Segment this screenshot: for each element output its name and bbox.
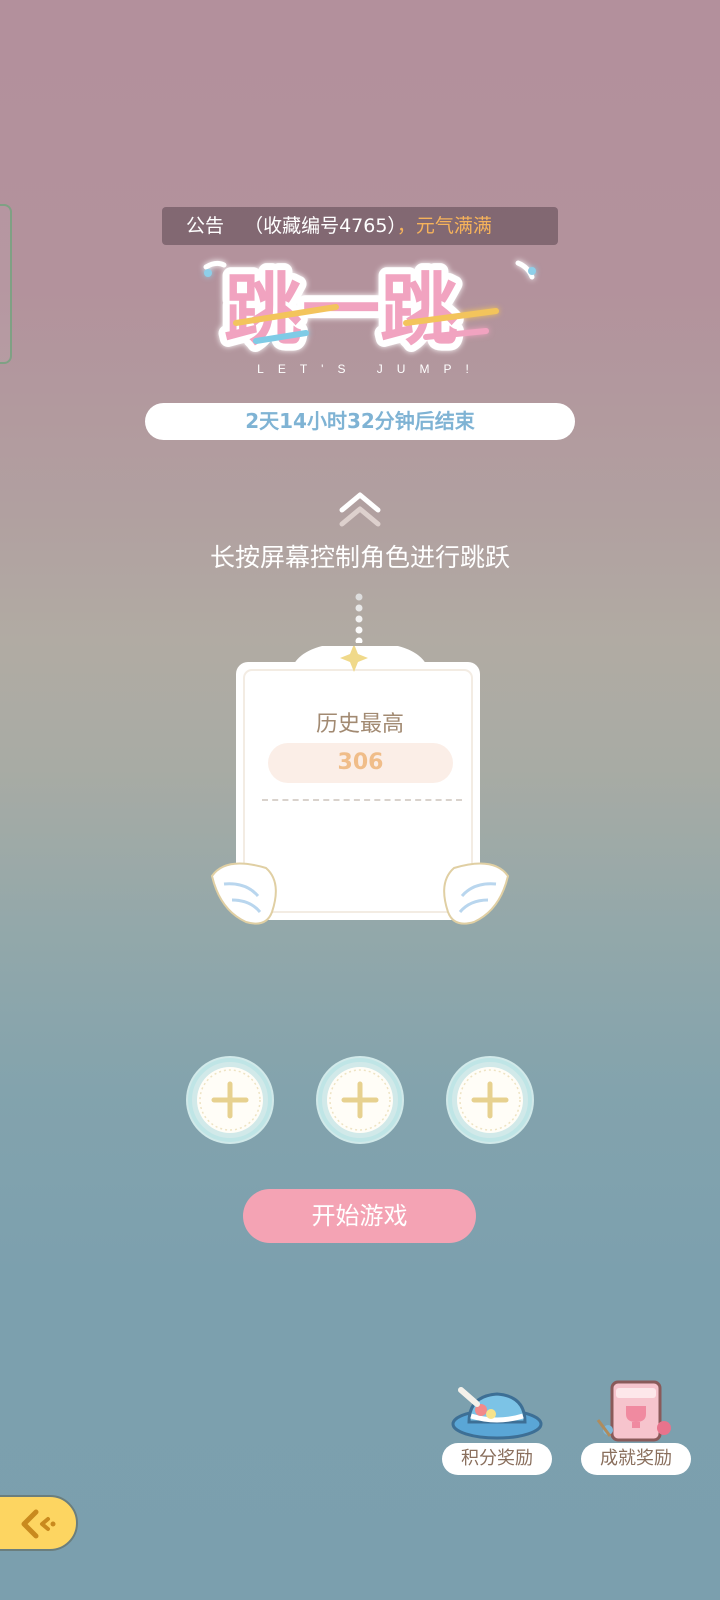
achievement-reward-button[interactable]: 成就奖励 xyxy=(581,1380,691,1475)
notice-banner: 公告 （收藏编号4765），元气满满 xyxy=(162,207,558,245)
right-wing-icon xyxy=(443,862,510,925)
add-slot-button-2[interactable] xyxy=(314,1054,406,1146)
achievement-reward-label: 成就奖励 xyxy=(581,1443,691,1475)
dotted-connector xyxy=(355,593,363,643)
add-slot-button-1[interactable] xyxy=(184,1054,276,1146)
logo-subtitle: LET'S JUMP! xyxy=(257,362,483,376)
points-reward-button[interactable]: 积分奖励 xyxy=(442,1380,552,1475)
notice-text: （收藏编号4765） xyxy=(244,215,397,237)
event-timer: 2天14小时32分钟后结束 xyxy=(145,403,575,440)
back-button[interactable] xyxy=(0,1495,78,1551)
notice-label: 公告 xyxy=(186,215,225,237)
high-score-card xyxy=(210,646,510,925)
side-drawer-tab[interactable] xyxy=(0,204,12,364)
add-slot-button-3[interactable] xyxy=(444,1054,536,1146)
card-divider xyxy=(262,799,462,801)
high-score-label: 历史最高 xyxy=(315,712,404,737)
high-score-value: 306 xyxy=(268,743,453,783)
double-chevron-up-icon xyxy=(339,492,381,527)
hat-icon xyxy=(451,1387,543,1440)
notice-highlight: ，元气满满 xyxy=(396,215,492,237)
left-wing-icon xyxy=(210,862,277,925)
points-reward-label: 积分奖励 xyxy=(442,1443,552,1475)
control-hint: 长按屏幕控制角色进行跳跃 xyxy=(209,543,510,572)
start-game-button[interactable]: 开始游戏 xyxy=(243,1189,476,1243)
trophy-box-icon xyxy=(596,1380,671,1442)
back-arrow-icon xyxy=(21,1509,56,1539)
